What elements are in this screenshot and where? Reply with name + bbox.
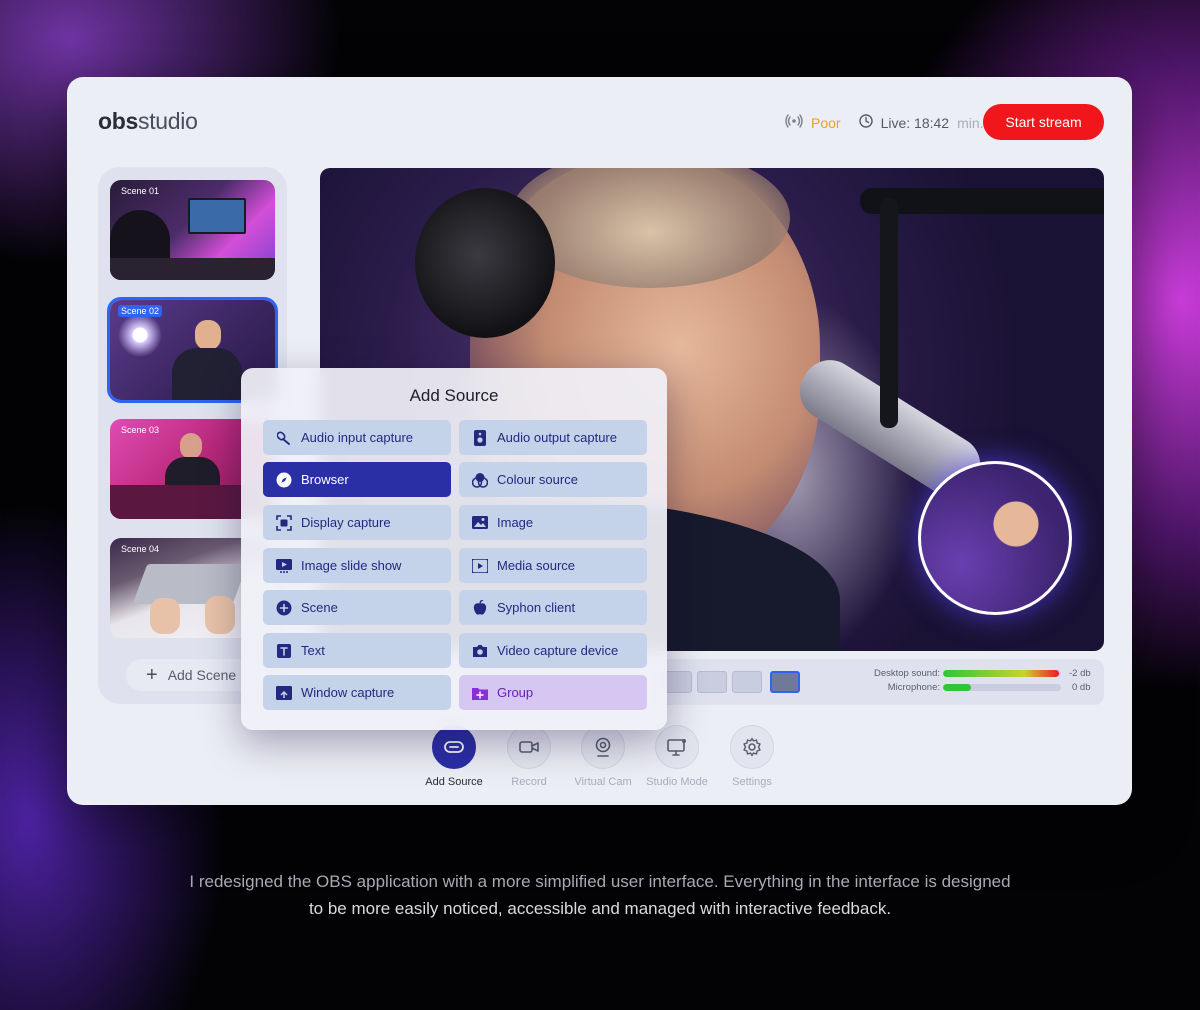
desktop-sound-meter xyxy=(943,670,1061,677)
source-label: Window capture xyxy=(301,685,395,700)
source-media-source[interactable]: Media source xyxy=(459,548,647,583)
source-label: Syphon client xyxy=(497,600,576,615)
caption-line-1: I redesigned the OBS application with a … xyxy=(189,872,1011,891)
link-icon xyxy=(432,725,476,769)
source-colour-source[interactable]: Colour source xyxy=(459,462,647,497)
scene-label: Scene 04 xyxy=(121,544,160,554)
source-image-slide-show[interactable]: Image slide show xyxy=(263,548,451,583)
bottom-toolbar: Add Source Record Virtual Cam Studio Mod… xyxy=(67,725,1132,795)
source-label: Audio input capture xyxy=(301,430,414,445)
source-text[interactable]: Text xyxy=(263,633,451,668)
scene-label: Scene 02 xyxy=(118,305,163,317)
source-label: Browser xyxy=(301,472,349,487)
source-video-capture-device[interactable]: Video capture device xyxy=(459,633,647,668)
text-icon xyxy=(276,643,292,659)
media-icon xyxy=(472,558,488,574)
settings-button[interactable]: Settings xyxy=(707,725,797,788)
live-time: Live: 18:42 xyxy=(880,114,950,131)
record-label: Record xyxy=(511,776,547,788)
window-icon xyxy=(276,685,292,701)
video-camera-icon xyxy=(507,725,551,769)
compass-icon xyxy=(276,472,292,488)
apple-icon xyxy=(472,599,488,616)
description-caption: I redesigned the OBS application with a … xyxy=(0,868,1200,922)
folder-icon xyxy=(472,685,488,701)
source-label: Image xyxy=(497,515,534,530)
app-logo: obsstudio xyxy=(98,108,198,135)
source-browser[interactable]: Browser xyxy=(263,462,451,497)
desktop-sound-label: Desktop sound: xyxy=(873,668,940,679)
layout-button-grid[interactable] xyxy=(697,671,727,693)
add-source-label: Add Source xyxy=(425,776,483,788)
source-label: Video capture device xyxy=(497,643,619,658)
source-scene[interactable]: Scene xyxy=(263,590,451,625)
color-circles-icon xyxy=(472,472,488,488)
source-label: Media source xyxy=(497,558,576,573)
microphone-label: Microphone: xyxy=(887,682,940,693)
webcam-overlay xyxy=(918,461,1072,615)
slideshow-icon xyxy=(276,558,292,574)
logo-light: studio xyxy=(138,108,198,134)
desktop-sound-db: -2 db xyxy=(1069,668,1091,679)
microphone-db: 0 db xyxy=(1072,682,1091,693)
settings-label: Settings xyxy=(732,776,772,788)
logo-bold: obs xyxy=(98,108,138,134)
source-audio-output-capture[interactable]: Audio output capture xyxy=(459,420,647,455)
virtual-cam-label: Virtual Cam xyxy=(574,776,632,788)
microphone-meter xyxy=(943,684,1061,691)
live-unit: min. xyxy=(957,114,984,131)
display-capture-icon xyxy=(276,514,292,531)
source-label: Colour source xyxy=(497,472,578,487)
webcam-icon xyxy=(581,725,625,769)
microphone-icon xyxy=(276,430,292,446)
plus-circle-icon xyxy=(276,600,292,616)
face-shape xyxy=(195,320,221,350)
headphone-cup xyxy=(415,188,555,338)
gear-icon xyxy=(730,725,774,769)
source-image[interactable]: Image xyxy=(459,505,647,540)
signal-icon xyxy=(785,114,803,131)
source-label: Display capture xyxy=(301,515,391,530)
plus-icon: + xyxy=(146,664,158,686)
source-label: Group xyxy=(497,685,534,700)
source-window-capture[interactable]: Window capture xyxy=(263,675,451,710)
add-scene-label: Add Scene xyxy=(167,667,237,683)
dialog-title: Add Source xyxy=(409,386,499,405)
desk-shape xyxy=(110,258,275,280)
microphone-level xyxy=(943,684,972,691)
face-shape xyxy=(180,433,202,459)
speaker-icon xyxy=(472,429,488,446)
connection-quality: Poor xyxy=(811,114,841,131)
source-label: Scene xyxy=(301,600,338,615)
hand-shape xyxy=(150,598,180,634)
layout-button-pip[interactable] xyxy=(770,671,800,693)
source-label: Text xyxy=(301,643,325,658)
monitor-icon xyxy=(655,725,699,769)
start-stream-button[interactable]: Start stream xyxy=(983,104,1104,140)
hand-shape xyxy=(205,596,235,634)
controls-bar: Desktop sound: -2 db Microphone: 0 db xyxy=(650,659,1104,705)
source-audio-input-capture[interactable]: Audio input capture xyxy=(263,420,451,455)
source-group[interactable]: Group xyxy=(459,675,647,710)
layout-button-full[interactable] xyxy=(732,671,762,693)
scene-label: Scene 01 xyxy=(121,186,160,196)
source-label: Audio output capture xyxy=(497,430,617,445)
mic-arm-vertical xyxy=(880,198,898,428)
clock-icon xyxy=(858,114,873,131)
studio-mode-label: Studio Mode xyxy=(646,776,708,788)
source-syphon-client[interactable]: Syphon client xyxy=(459,590,647,625)
desktop-sound-level xyxy=(943,670,1059,677)
person-silhouette xyxy=(172,348,242,400)
stream-status: Poor Live: 18:42 min. xyxy=(785,114,984,131)
scene-thumbnail-1[interactable]: Scene 01 xyxy=(110,180,275,280)
scene-label: Scene 03 xyxy=(121,425,160,435)
camera-icon xyxy=(472,643,488,659)
caption-line-2: to be more easily noticed, accessible an… xyxy=(308,899,892,918)
image-icon xyxy=(472,515,488,531)
source-display-capture[interactable]: Display capture xyxy=(263,505,451,540)
source-label: Image slide show xyxy=(301,558,402,573)
add-source-dialog: Add Source Audio input capture Audio out… xyxy=(241,368,667,730)
monitor-shape xyxy=(188,198,246,234)
